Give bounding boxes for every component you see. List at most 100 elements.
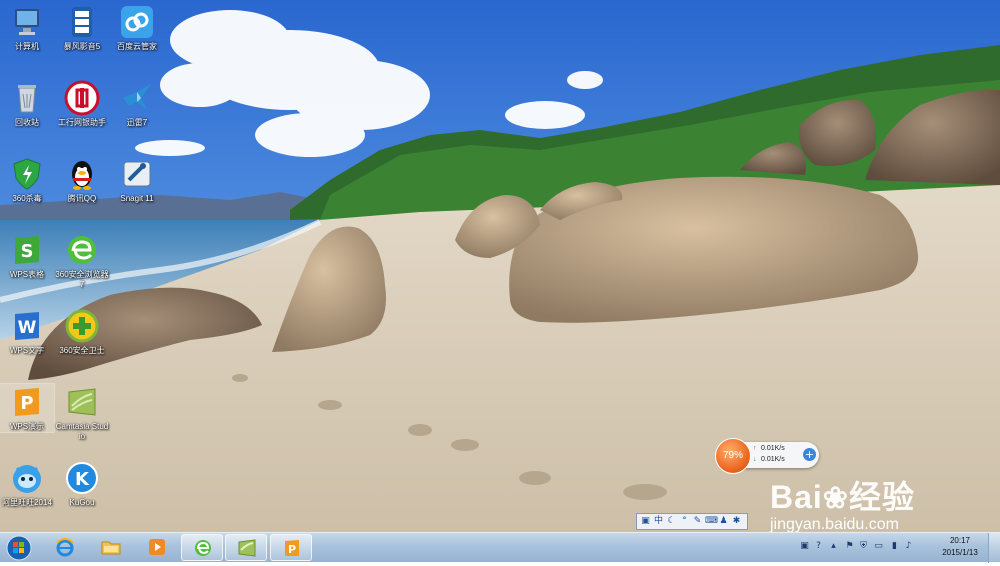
ie-icon <box>55 537 75 557</box>
ime-keyboard-icon[interactable]: ⌨ <box>705 514 718 529</box>
desktop-icon-label: KuGou <box>69 498 95 507</box>
ime-settings-icon[interactable]: ✱ <box>731 514 742 529</box>
upload-arrow-icon: ↑ <box>753 445 757 452</box>
svg-text:S: S <box>21 241 34 262</box>
desktop-icon-computer[interactable]: 计算机 <box>0 4 54 52</box>
system-tray: ▣ ? ▴ ⚑ ⛨ ▭ ▮ ♪ 20:17 2015/1/13 <box>795 533 1000 563</box>
wps-presentation-icon: P <box>9 384 45 420</box>
taskbar-wps-presentation-button[interactable]: P <box>270 534 312 561</box>
taskbar-camtasia-button[interactable] <box>225 534 267 561</box>
desktop-icon-baidu-cloud[interactable]: 百度云管家 <box>110 4 164 52</box>
desktop-icon-icbc[interactable]: 工行网银助手 <box>55 80 109 128</box>
media-player-icon <box>147 537 167 557</box>
desktop-icon-qq[interactable]: 腾讯QQ <box>55 156 109 204</box>
baofeng-player-icon <box>64 4 100 40</box>
baidu-jingyan-watermark: Bai❀经验 jingyan.baidu.com <box>768 456 980 536</box>
desktop-icon-label: 360安全卫士 <box>59 346 105 355</box>
desktop-icon-wps-spreadsheet[interactable]: S WPS表格 <box>0 232 54 280</box>
desktop-icon-label: 360安全浏览器7 <box>55 270 109 289</box>
camtasia-icon <box>64 384 100 420</box>
desktop-icon-label: 阿里旺旺2014 <box>2 498 52 507</box>
desktop-icon-label: 回收站 <box>15 118 39 127</box>
360-antivirus-icon <box>9 156 45 192</box>
show-desktop-button[interactable] <box>988 533 1000 563</box>
ime-mode-toggle[interactable]: 中 <box>653 514 664 529</box>
start-button[interactable] <box>2 534 36 562</box>
desktop-icon-xunlei[interactable]: 迅雷7 <box>110 80 164 128</box>
desktop-icon-360-browser[interactable]: 360安全浏览器7 <box>55 232 109 290</box>
desktop-icon-label: Snagit 11 <box>120 194 154 203</box>
desktop-icon-360-antivirus[interactable]: 360杀毒 <box>0 156 54 204</box>
ime-language-bar[interactable]: ▣ 中 ☾ ° ✎ ⌨ ♟ ✱ <box>636 513 748 530</box>
svg-text:P: P <box>20 393 33 414</box>
desktop-icon-label: WPS表格 <box>9 270 45 279</box>
tray-arrow-up-icon[interactable]: ▴ <box>828 541 839 552</box>
ime-punctuation-icon[interactable]: ° <box>679 514 690 529</box>
desktop-icon-label: WPS文字 <box>9 346 45 355</box>
computer-icon <box>9 4 45 40</box>
ime-user-icon[interactable]: ♟ <box>718 514 729 529</box>
tray-help-icon[interactable]: ? <box>813 541 824 552</box>
watermark-brand-right: 经验 <box>848 479 915 515</box>
360-browser-icon <box>193 538 213 558</box>
camtasia-icon <box>237 538 257 558</box>
xunlei-icon <box>119 80 155 116</box>
ime-moon-icon[interactable]: ☾ <box>666 514 677 529</box>
desktop-icon-label: 计算机 <box>15 42 39 51</box>
aliwangwang-icon <box>9 460 45 496</box>
taskbar-explorer-button[interactable] <box>90 534 132 561</box>
taskbar: P ▣ ? ▴ ⚑ ⛨ ▭ ▮ ♪ 20:17 2015/1/13 <box>0 532 1000 563</box>
360-browser-icon <box>64 232 100 268</box>
360-safeguard-icon <box>64 308 100 344</box>
desktop-icon-label: 360杀毒 <box>12 194 42 203</box>
wps-spreadsheet-icon: S <box>9 232 45 268</box>
icbc-bank-icon <box>64 80 100 116</box>
explorer-folder-icon <box>101 537 121 557</box>
desktop-icon-kugou[interactable]: K KuGou <box>55 460 109 508</box>
desktop-icon-label: WPS演示 <box>9 422 45 431</box>
taskbar-360-browser-button[interactable] <box>181 534 223 561</box>
watermark-brand-left: Bai <box>770 479 823 515</box>
snagit-icon <box>119 156 155 192</box>
tray-network-icon[interactable]: ▮ <box>889 541 900 552</box>
desktop-icon-camtasia[interactable]: Camtasia Studio <box>55 384 109 442</box>
memory-usage-ball[interactable]: 79% <box>715 438 751 474</box>
clock-time: 20:17 <box>949 536 971 545</box>
desktop-icon-snagit[interactable]: Snagit 11 <box>110 156 164 204</box>
desktop-icon-label: 迅雷7 <box>126 118 148 127</box>
svg-text:P: P <box>288 543 296 556</box>
clock-date: 2015/1/13 <box>942 548 978 557</box>
watermark-brand: Bai❀经验 <box>770 472 915 518</box>
ime-logo-icon[interactable]: ▣ <box>640 514 651 529</box>
ime-handwrite-icon[interactable]: ✎ <box>692 514 703 529</box>
desktop-icon-recycle-bin[interactable]: 回收站 <box>0 80 54 128</box>
upload-speed-row: ↑ 0.01K/s <box>753 445 785 452</box>
tray-display-icon[interactable]: ▭ <box>873 541 884 552</box>
desktop-icon-aliwangwang[interactable]: 阿里旺旺2014 <box>0 460 54 508</box>
baidu-cloud-icon <box>119 4 155 40</box>
qq-penguin-icon <box>64 156 100 192</box>
desktop-icon-baofeng[interactable]: 暴风影音5 <box>55 4 109 52</box>
tray-security-icon[interactable]: ⛨ <box>858 541 869 552</box>
taskbar-clock[interactable]: 20:17 2015/1/13 <box>936 535 984 559</box>
desktop-icon-label: 暴风影音5 <box>63 42 101 51</box>
wps-writer-icon: W <box>9 308 45 344</box>
recycle-bin-icon <box>9 80 45 116</box>
desktop-icon-label: Camtasia Studio <box>55 422 109 441</box>
desktop-icon-label: 百度云管家 <box>117 42 157 51</box>
wps-presentation-icon: P <box>282 538 302 558</box>
desktop-icon-label: 腾讯QQ <box>67 194 97 203</box>
taskbar-ie-button[interactable] <box>44 534 86 561</box>
baidu-paw-icon: ❀ <box>822 482 849 515</box>
tray-flag-icon[interactable]: ⚑ <box>844 541 855 552</box>
taskbar-media-player-button[interactable] <box>136 534 178 561</box>
desktop-icon-label: 工行网银助手 <box>58 118 106 127</box>
tray-volume-icon[interactable]: ♪ <box>903 541 914 552</box>
upload-speed: 0.01K/s <box>761 445 785 452</box>
windows-orb-icon <box>6 535 32 561</box>
svg-text:K: K <box>75 469 90 490</box>
desktop-icon-360-safeguard[interactable]: 360安全卫士 <box>55 308 109 356</box>
tray-ime-icon[interactable]: ▣ <box>799 541 810 552</box>
desktop-icon-wps-presentation[interactable]: P WPS演示 <box>0 383 55 433</box>
desktop-icon-wps-writer[interactable]: W WPS文字 <box>0 308 54 356</box>
